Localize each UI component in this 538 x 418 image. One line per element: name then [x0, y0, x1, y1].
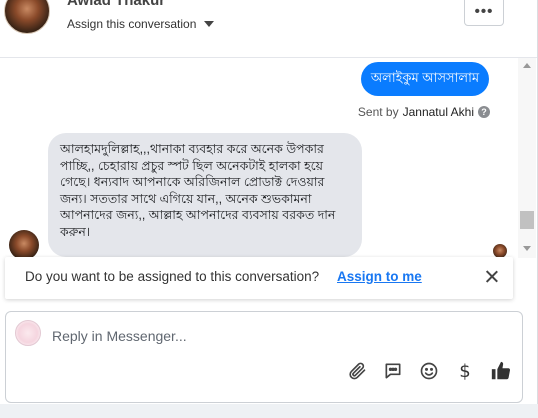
caret-down-icon	[204, 21, 215, 27]
assign-question: Do you want to be assigned to this conve…	[25, 269, 320, 284]
thumbs-up-icon[interactable]	[490, 360, 512, 382]
payment-icon[interactable]: $	[454, 360, 476, 382]
assign-banner: Do you want to be assigned to this conve…	[5, 257, 513, 299]
scroll-down-icon[interactable]	[523, 246, 531, 251]
scrollbar-thumb[interactable]	[520, 211, 534, 229]
saved-replies-icon[interactable]	[382, 360, 404, 382]
sent-by-label: Sent by Jannatul Akhi ?	[358, 105, 490, 119]
assign-conversation-dropdown[interactable]: Assign this conversation	[67, 17, 215, 31]
incoming-message-bubble: আলহামদুলিল্লাহ,,,থানাকা ব্যবহার করে অনেক…	[48, 133, 362, 257]
reply-input[interactable]	[52, 326, 492, 346]
reply-composer: $	[5, 311, 523, 403]
composer-toolbar: $	[346, 359, 512, 383]
contact-avatar[interactable]	[4, 0, 50, 34]
footer-strip	[0, 404, 538, 418]
close-icon[interactable]	[482, 267, 502, 287]
outgoing-message-bubble: অলাইকুম আসসালাম	[361, 62, 489, 96]
assign-conversation-label: Assign this conversation	[67, 17, 197, 31]
seen-indicator-avatar	[493, 244, 507, 258]
conversation-header: Awlad Thakur Assign this conversation ••…	[0, 0, 538, 58]
assign-to-me-link[interactable]: Assign to me	[337, 269, 422, 284]
scroll-up-icon[interactable]	[523, 63, 531, 68]
contact-name[interactable]: Awlad Thakur	[67, 0, 165, 9]
more-options-button[interactable]: •••	[464, 0, 504, 26]
sender-avatar	[9, 230, 39, 260]
sent-by-agent: Jannatul Akhi	[402, 105, 474, 119]
page-avatar	[15, 320, 41, 346]
help-icon[interactable]: ?	[478, 106, 490, 118]
sent-by-prefix: Sent by	[357, 105, 399, 119]
attachment-icon[interactable]	[346, 360, 368, 382]
emoji-icon[interactable]	[418, 360, 440, 382]
